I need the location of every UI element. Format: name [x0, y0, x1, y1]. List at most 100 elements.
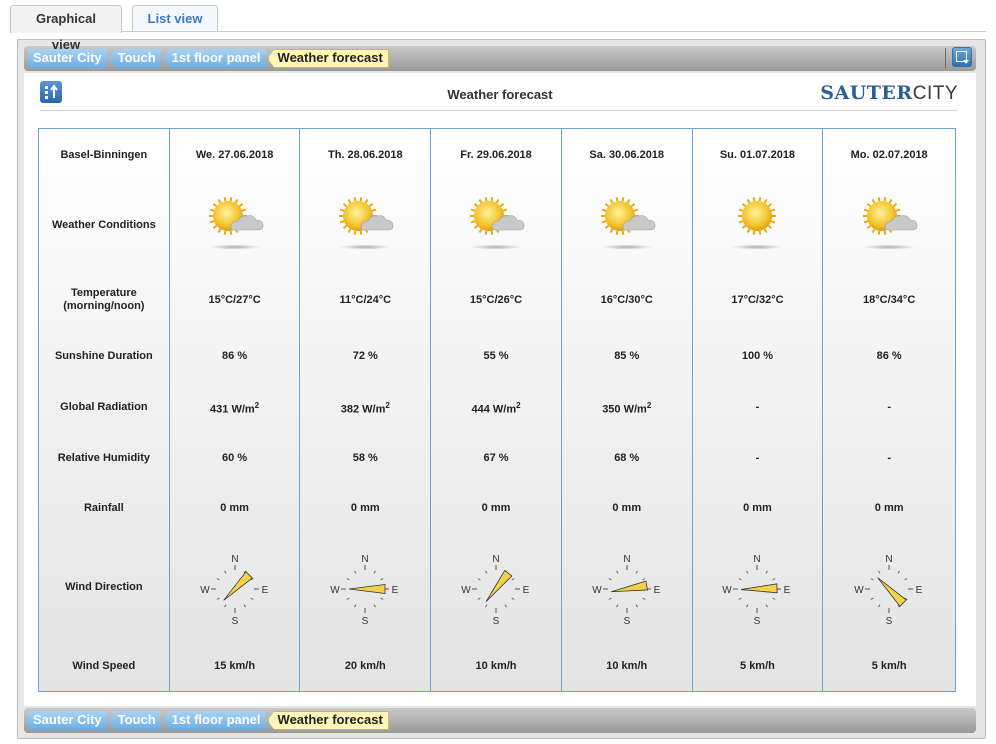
wind-arrow-icon [610, 580, 648, 593]
wind-arrow-icon [877, 577, 908, 607]
tab-list-view[interactable]: List view [132, 5, 218, 32]
weather-panel: Weather forecast SAUTERCITY Basel-Binnin… [24, 73, 976, 706]
date-cell: Su. 01.07.2018 [719, 149, 796, 161]
breadcrumb-item-1st-floor-panel[interactable]: 1st floor panel [162, 49, 266, 68]
compass-label-e: E [784, 585, 791, 596]
location-label: Basel-Binningen [60, 149, 148, 161]
wind-speed-cell: 15 km/h [214, 660, 256, 672]
sauter-city-logo: SAUTERCITY [820, 82, 958, 104]
wind-arrow-icon [349, 584, 386, 594]
sun-cloud-icon [208, 197, 263, 250]
rainfall-cell: 0 mm [743, 502, 772, 514]
breadcrumb-item-touch[interactable]: Touch [108, 711, 161, 730]
wind-direction-compass: N E S W [461, 554, 530, 627]
wind-arrow-icon [741, 583, 779, 594]
row-label-column: Basel-Binningen Weather Conditions Tempe… [39, 129, 170, 691]
date-cell: Fr. 29.06.2018 [460, 149, 532, 161]
sun-cloud-icon [600, 197, 656, 250]
wind-arrow-icon [485, 569, 513, 602]
radiation-label: Global Radiation [60, 401, 148, 413]
dropdown-arrow-icon [963, 60, 969, 64]
sunshine-cell: 85 % [614, 350, 640, 362]
compass-label-e: E [392, 585, 399, 596]
rainfall-cell: 0 mm [350, 502, 380, 514]
sun-icon [731, 197, 784, 250]
temperature-sublabel: (morning/noon) [63, 300, 145, 312]
compass-label-w: W [592, 585, 602, 596]
humidity-label: Relative Humidity [57, 452, 151, 464]
radiation-cell: - [755, 401, 760, 413]
breadcrumb-item-sauter-city[interactable]: Sauter City [28, 711, 107, 730]
compass-label-w: W [854, 585, 864, 596]
breadcrumb-item-weather-forecast[interactable]: Weather forecast [267, 711, 389, 730]
sunshine-cell: 86 % [222, 350, 248, 362]
date-cell: We. 27.06.2018 [195, 149, 274, 161]
title-divider [40, 110, 958, 111]
sunshine-cell: 72 % [352, 350, 378, 362]
humidity-cell: - [755, 452, 760, 464]
compass-label-w: W [723, 585, 733, 596]
compass-label-n: N [362, 554, 369, 565]
view-tabs: Graphical view List view [10, 5, 986, 52]
wind-direction-compass: N E S W [854, 554, 922, 627]
compass-label-w: W [331, 585, 341, 596]
wind-direction-label: Wind Direction [65, 581, 143, 593]
temperature-cell: 15°C/27°C [208, 294, 261, 306]
rainfall-cell: 0 mm [220, 502, 249, 514]
compass-label-n: N [623, 554, 630, 565]
forecast-day-column: We. 27.06.2018 15°C/27°C 86 % 431 W/m2 60 % 0… [169, 129, 301, 691]
forecast-day-column: Su. 01.07.2018 17°C/32°C 100 % - - 0 mm 5 km/h… [692, 129, 824, 691]
sunshine-label: Sunshine Duration [54, 350, 153, 362]
wind-speed-cell: 10 km/h [606, 660, 648, 672]
temperature-cell: 11°C/24°C [339, 294, 392, 306]
forecast-day-column: Sa. 30.06.2018 16°C/30°C 85 % 350 W/m2 68 % 0… [561, 129, 693, 691]
compass-label-s: S [362, 616, 369, 627]
rainfall-cell: 0 mm [481, 502, 511, 514]
screen-menu-button[interactable] [952, 47, 972, 67]
tab-graphical-view[interactable]: Graphical view [10, 5, 122, 52]
rainfall-cell: 0 mm [612, 502, 642, 514]
compass-label-n: N [754, 554, 761, 565]
date-cell: Th. 28.06.2018 [327, 149, 403, 161]
date-cell: Sa. 30.06.2018 [589, 149, 665, 161]
breadcrumb-item-1st-floor-panel[interactable]: 1st floor panel [162, 711, 266, 730]
compass-label-n: N [231, 554, 238, 565]
rainfall-label: Rainfall [83, 502, 124, 514]
weather-conditions-label: Weather Conditions [52, 219, 156, 231]
wind-direction-compass: N E S W [592, 554, 660, 627]
breadcrumb-item-touch[interactable]: Touch [108, 49, 161, 68]
radiation-cell: 350 W/m2 [602, 401, 652, 416]
radiation-cell: 382 W/m2 [340, 401, 390, 416]
compass-label-e: E [261, 585, 268, 596]
compass-label-e: E [653, 585, 660, 596]
humidity-cell: 60 % [222, 452, 248, 464]
wind-speed-cell: 20 km/h [344, 660, 386, 672]
compass-label-n: N [886, 554, 893, 565]
temperature-cell: 16°C/30°C [600, 294, 653, 306]
wind-direction-compass: N E S W [331, 554, 399, 627]
wind-arrow-icon [222, 571, 253, 601]
forecast-day-column: Th. 28.06.2018 11°C/24°C 72 % 382 W/m2 58 % 0… [300, 129, 432, 691]
forecast-day-column: Mo. 02.07.2018 18°C/34°C 86 % - - 0 mm 5 km/h N… [823, 129, 956, 691]
radiation-cell: 431 W/m2 [210, 401, 260, 416]
compass-label-n: N [492, 554, 499, 565]
sunshine-cell: 55 % [483, 350, 509, 362]
breadcrumb-item-weather-forecast[interactable]: Weather forecast [267, 49, 389, 68]
wind-speed-label: Wind Speed [72, 660, 136, 672]
rainfall-cell: 0 mm [874, 502, 904, 514]
temperature-cell: 17°C/32°C [731, 294, 784, 306]
wind-speed-cell: 5 km/h [740, 660, 775, 672]
sun-cloud-icon [339, 197, 394, 250]
temperature-cell: 18°C/34°C [863, 294, 916, 306]
compass-label-s: S [231, 616, 238, 627]
forecast-day-column: Fr. 29.06.2018 15°C/26°C 55 % 444 W/m2 67 % 0… [431, 129, 562, 691]
date-cell: Mo. 02.07.2018 [850, 149, 928, 161]
compass-label-s: S [886, 616, 893, 627]
radiation-cell: - [887, 401, 891, 413]
compass-label-e: E [523, 585, 530, 596]
compass-label-s: S [623, 616, 630, 627]
radiation-cell: 444 W/m2 [471, 401, 521, 416]
sunshine-cell: 100 % [741, 350, 774, 362]
temperature-label: Temperature [70, 287, 137, 299]
humidity-cell: 67 % [483, 452, 509, 464]
